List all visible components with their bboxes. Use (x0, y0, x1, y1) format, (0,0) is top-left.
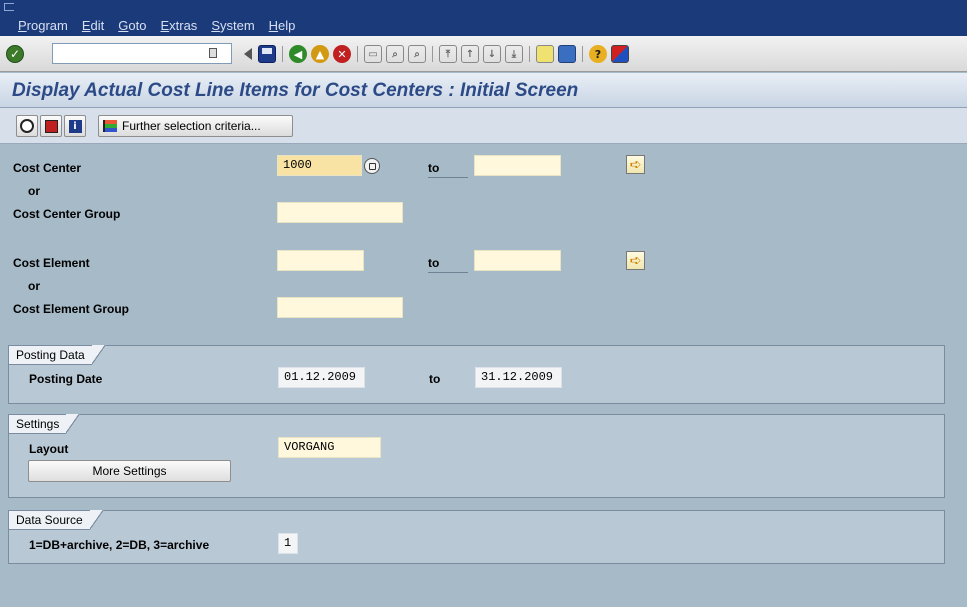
find-next-icon[interactable]: ⌕ (408, 45, 426, 63)
back-icon[interactable]: ◀ (289, 45, 307, 63)
data-source-group-title: Data Source (8, 510, 104, 530)
data-source-group: Data Source 1=DB+archive, 2=DB, 3=archiv… (8, 510, 945, 564)
posting-date-from-input[interactable]: 01.12.2009 (278, 367, 365, 388)
cost-element-multiple-selection-button[interactable]: ➪ (626, 251, 645, 270)
cost-element-label: Cost Element (13, 256, 90, 270)
customize-layout-icon[interactable] (611, 45, 629, 63)
get-variant-icon (44, 119, 58, 133)
toolbar-separator (432, 46, 433, 62)
execute-button[interactable] (16, 115, 38, 137)
selection-criteria-icon (103, 120, 117, 132)
posting-date-to-label: to (429, 372, 441, 386)
posting-date-to-input[interactable]: 31.12.2009 (475, 367, 562, 388)
cost-element-from-input[interactable] (277, 250, 364, 271)
data-source-label: 1=DB+archive, 2=DB, 3=archive (29, 538, 210, 552)
further-selection-label: Further selection criteria... (122, 119, 261, 133)
cost-element-group-input[interactable] (277, 297, 403, 318)
last-page-icon[interactable]: ⤓ (505, 45, 523, 63)
layout-label: Layout (29, 442, 69, 456)
toolbar-separator (529, 46, 530, 62)
or-separator-1: or (28, 184, 40, 198)
menu-help[interactable]: Help (269, 18, 296, 33)
cost-element-to-input[interactable] (474, 250, 561, 271)
more-settings-button[interactable]: More Settings (28, 460, 231, 482)
cost-element-to-label: to (428, 256, 468, 273)
cost-center-search-help-icon[interactable] (364, 158, 380, 174)
posting-date-label: Posting Date (29, 372, 103, 386)
data-source-input[interactable]: 1 (278, 533, 298, 554)
collapse-triangle-icon[interactable] (244, 48, 252, 60)
toolbar-separator (582, 46, 583, 62)
info-button[interactable]: i (64, 115, 86, 137)
first-page-icon[interactable]: ⤒ (439, 45, 457, 63)
menu-program[interactable]: Program (18, 18, 68, 33)
command-history-icon[interactable] (209, 48, 217, 58)
posting-data-group: Posting Data Posting Date 01.12.2009 to … (8, 345, 945, 404)
cost-element-group-label: Cost Element Group (13, 302, 130, 316)
menu-extras[interactable]: Extras (160, 18, 197, 33)
command-field-box (52, 43, 232, 64)
cost-center-to-input[interactable] (474, 155, 561, 176)
execute-icon (20, 119, 34, 133)
toolbar-separator (282, 46, 283, 62)
page-title: Display Actual Cost Line Items for Cost … (12, 80, 579, 101)
settings-group: Settings Layout VORGANG More Settings (8, 414, 945, 498)
title-bar: Display Actual Cost Line Items for Cost … (0, 73, 967, 108)
enter-icon[interactable]: ✓ (6, 45, 24, 63)
exit-icon[interactable]: ▲ (311, 45, 329, 63)
toolbar-separator (357, 46, 358, 62)
menu-edit[interactable]: Edit (82, 18, 104, 33)
cost-center-multiple-selection-button[interactable]: ➪ (626, 155, 645, 174)
application-toolbar: i Further selection criteria... (0, 108, 967, 144)
toolbar-icons: ◀ ▲ ✕ ▭ ⌕ ⌕ ⤒ ↑ ↓ ⤓ ? (244, 45, 633, 63)
cost-center-group-input[interactable] (277, 202, 403, 223)
menu-items: Program Edit Goto Extras System Help (18, 18, 309, 33)
menu-bar: Program Edit Goto Extras System Help (0, 0, 967, 36)
standard-toolbar: ✓ ◀ ▲ ✕ ▭ ⌕ ⌕ ⤒ ↑ ↓ ⤓ ? (0, 36, 967, 72)
next-page-icon[interactable]: ↓ (483, 45, 501, 63)
create-shortcut-icon[interactable] (558, 45, 576, 63)
get-variant-button[interactable] (40, 115, 62, 137)
system-menu-icon[interactable] (4, 3, 14, 11)
info-icon: i (68, 119, 82, 133)
previous-page-icon[interactable]: ↑ (461, 45, 479, 63)
layout-input[interactable]: VORGANG (278, 437, 381, 458)
further-selection-button[interactable]: Further selection criteria... (98, 115, 293, 137)
cancel-icon[interactable]: ✕ (333, 45, 351, 63)
print-icon[interactable]: ▭ (364, 45, 382, 63)
help-icon[interactable]: ? (589, 45, 607, 63)
cost-center-from-input[interactable]: 1000 (277, 155, 362, 176)
command-field[interactable] (53, 44, 213, 63)
save-icon[interactable] (258, 45, 276, 63)
settings-group-title: Settings (8, 414, 81, 434)
find-icon[interactable]: ⌕ (386, 45, 404, 63)
cost-center-label: Cost Center (13, 161, 82, 175)
menu-goto[interactable]: Goto (118, 18, 146, 33)
cost-center-group-label: Cost Center Group (13, 207, 121, 221)
menu-system[interactable]: System (211, 18, 254, 33)
or-separator-2: or (28, 279, 40, 293)
create-session-icon[interactable] (536, 45, 554, 63)
posting-data-group-title: Posting Data (8, 345, 106, 365)
cost-center-to-label: to (428, 161, 468, 178)
